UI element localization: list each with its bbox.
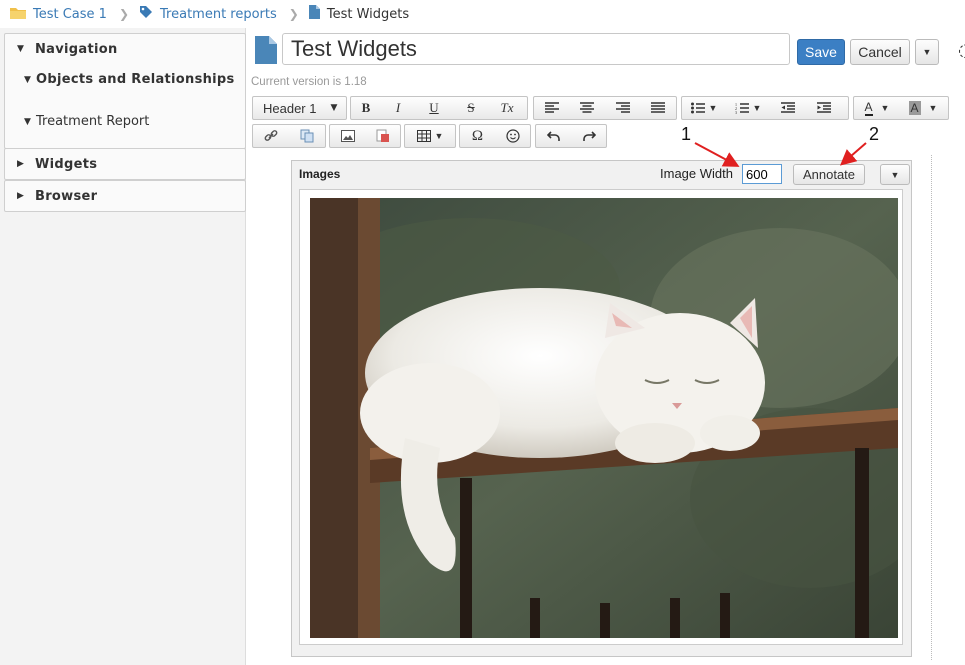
redo-icon[interactable] bbox=[571, 125, 606, 147]
caret-down-icon: ▼ bbox=[890, 169, 900, 180]
omega-icon[interactable]: Ω bbox=[460, 125, 495, 147]
save-button[interactable]: Save bbox=[797, 39, 845, 65]
text-color-icon: A bbox=[864, 99, 873, 116]
widgets-label: Widgets bbox=[35, 156, 98, 172]
text-color-button[interactable]: A ▼ bbox=[854, 97, 900, 119]
caret-down-icon: ▼ bbox=[880, 103, 890, 113]
clear-format-button[interactable]: Tx bbox=[489, 97, 525, 119]
image-frame bbox=[299, 189, 903, 645]
svg-text:3: 3 bbox=[735, 110, 737, 114]
link-icon[interactable] bbox=[253, 125, 289, 147]
numbered-list-button[interactable]: 123 ▼ bbox=[726, 97, 770, 119]
chevron-right-icon: ❯ bbox=[288, 7, 299, 21]
bullet-list-button[interactable]: ▼ bbox=[682, 97, 726, 119]
widgets-panel: ▶ Widgets bbox=[4, 148, 246, 180]
sidebar-item-treatment[interactable]: ▼ Treatment Report bbox=[24, 114, 149, 129]
align-left-icon[interactable] bbox=[534, 97, 570, 119]
background-color-icon: A bbox=[908, 101, 921, 115]
history-group bbox=[535, 124, 607, 148]
navigation-header[interactable]: ▼ Navigation bbox=[5, 34, 245, 64]
breadcrumb-test-widgets: Test Widgets bbox=[308, 5, 410, 23]
insert-group bbox=[329, 124, 401, 148]
caret-right-icon: ▶ bbox=[17, 191, 25, 201]
images-widget: Images Image Width Annotate ▼ bbox=[291, 160, 912, 657]
table-icon: ▼ bbox=[405, 125, 455, 147]
outdent-icon[interactable] bbox=[770, 97, 806, 119]
caret-down-icon: ▼ bbox=[330, 103, 338, 113]
title-input[interactable] bbox=[282, 33, 790, 65]
indent-icon[interactable] bbox=[806, 97, 842, 119]
browser-panel: ▶ Browser bbox=[4, 180, 246, 212]
list-group: ▼ 123 ▼ bbox=[681, 96, 849, 120]
breadcrumb-label: Treatment reports bbox=[160, 6, 277, 22]
caret-down-icon: ▼ bbox=[708, 103, 718, 113]
breadcrumb-label: Test Case 1 bbox=[33, 6, 107, 22]
table-button[interactable]: ▼ bbox=[404, 124, 456, 148]
caret-down-icon: ▼ bbox=[17, 44, 25, 54]
color-group: A ▼ A ▼ bbox=[853, 96, 949, 120]
version-text: Current version is 1.18 bbox=[251, 76, 367, 88]
widgets-header[interactable]: ▶ Widgets bbox=[5, 149, 245, 179]
sidebar-item-label: Treatment Report bbox=[36, 114, 150, 129]
strikethrough-button[interactable]: S bbox=[453, 97, 489, 119]
image-width-label: Image Width bbox=[660, 166, 733, 181]
image-icon[interactable] bbox=[330, 125, 365, 147]
format-label: Header 1 bbox=[263, 100, 317, 116]
emoji-icon[interactable] bbox=[495, 125, 530, 147]
sidebar-item-objects[interactable]: ▼ Objects and Relationships bbox=[24, 72, 235, 87]
widget-title: Images bbox=[299, 167, 341, 181]
folder-icon bbox=[10, 6, 26, 23]
more-dropdown-button[interactable]: ▼ bbox=[915, 39, 939, 65]
annotate-button[interactable]: Annotate bbox=[793, 164, 865, 185]
divider bbox=[931, 155, 932, 660]
browser-header[interactable]: ▶ Browser bbox=[5, 181, 245, 211]
caret-down-icon: ▼ bbox=[24, 116, 31, 127]
tag-icon bbox=[139, 5, 153, 23]
caret-down-icon: ▼ bbox=[434, 131, 444, 141]
caret-right-icon: ▶ bbox=[17, 159, 25, 169]
background-color-button[interactable]: A ▼ bbox=[900, 97, 946, 119]
cat-photo bbox=[310, 198, 898, 638]
align-right-icon[interactable] bbox=[605, 97, 641, 119]
annotation-label-1: 1 bbox=[681, 124, 692, 144]
breadcrumb-label: Test Widgets bbox=[326, 6, 410, 22]
sidebar-item-label: Objects and Relationships bbox=[36, 72, 235, 87]
caret-down-icon: ▼ bbox=[752, 103, 762, 113]
bullet-list-icon bbox=[690, 102, 705, 114]
annotation-label-2: 2 bbox=[869, 124, 880, 144]
align-group bbox=[533, 96, 677, 120]
special-chars-group: Ω bbox=[459, 124, 531, 148]
image-width-input[interactable] bbox=[742, 164, 782, 184]
numbered-list-icon: 123 bbox=[735, 102, 749, 114]
browser-label: Browser bbox=[35, 188, 98, 204]
chevron-right-icon: ❯ bbox=[118, 7, 130, 21]
edge-icon: ◌ bbox=[958, 40, 965, 61]
caret-down-icon: ▼ bbox=[24, 74, 32, 85]
align-justify-icon[interactable] bbox=[641, 97, 677, 119]
navigation-panel: ▼ Navigation ▼ Objects and Relationships… bbox=[4, 33, 246, 149]
document-icon bbox=[255, 36, 277, 68]
undo-icon[interactable] bbox=[536, 125, 571, 147]
text-style-group: B I U S Tx bbox=[350, 96, 528, 120]
format-select[interactable]: Header 1 ▼ bbox=[252, 96, 347, 120]
breadcrumb-test-case[interactable]: Test Case 1 bbox=[10, 6, 107, 23]
link-group bbox=[252, 124, 326, 148]
align-center-icon[interactable] bbox=[570, 97, 606, 119]
anchor-copy-icon[interactable] bbox=[289, 125, 325, 147]
pdf-document-icon[interactable] bbox=[365, 125, 400, 147]
sidebar: ▼ Navigation ▼ Objects and Relationships… bbox=[0, 28, 246, 665]
widget-menu-button[interactable]: ▼ bbox=[880, 164, 910, 185]
bold-button[interactable]: B bbox=[351, 97, 381, 119]
breadcrumb: Test Case 1 ❯ Treatment reports ❯ Test W… bbox=[0, 0, 965, 28]
cancel-button[interactable]: Cancel bbox=[850, 39, 910, 65]
caret-down-icon: ▼ bbox=[928, 103, 938, 113]
caret-down-icon: ▼ bbox=[922, 47, 932, 57]
breadcrumb-treatment-reports[interactable]: Treatment reports bbox=[139, 5, 277, 23]
navigation-label: Navigation bbox=[35, 41, 118, 57]
underline-button[interactable]: U bbox=[415, 97, 453, 119]
italic-button[interactable]: I bbox=[381, 97, 415, 119]
document-icon bbox=[308, 5, 320, 23]
